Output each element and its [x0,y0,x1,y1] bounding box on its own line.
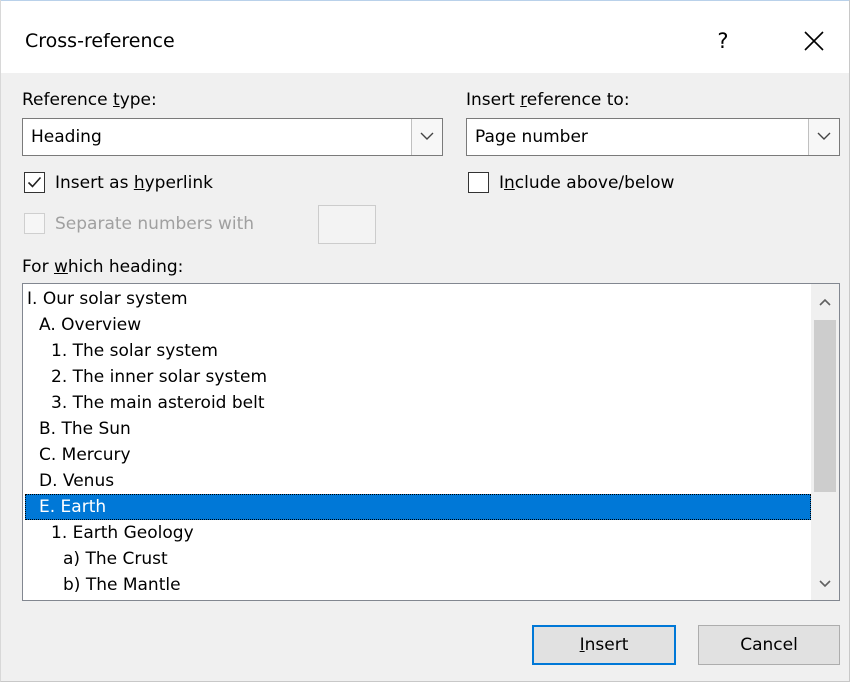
include-above-below-label[interactable]: Include above/below [499,172,674,194]
vertical-scrollbar[interactable] [811,284,839,600]
close-icon [804,31,824,51]
title-bar[interactable]: Cross-reference ? [1,0,849,73]
checkmark-icon [27,176,42,188]
cross-reference-dialog: Cross-reference ? Reference type: Headin… [0,0,850,682]
list-item[interactable]: D. Venus [25,468,811,494]
separator-input [318,205,376,244]
reference-type-value: Heading [31,127,102,147]
list-item[interactable]: 1. Earth Geology [25,520,811,546]
chevron-down-icon [819,580,831,588]
dialog-title: Cross-reference [25,30,175,52]
insert-reference-to-dropdown-button[interactable] [808,119,839,155]
list-item[interactable]: b) The Mantle [25,572,811,598]
heading-list-label-text: For [22,257,54,277]
chevron-up-icon [819,298,831,306]
list-item[interactable]: 3. The main asteroid belt [25,390,811,416]
insert-button-label: nsert [584,635,629,655]
separate-numbers-label: Separate numbers with [55,214,255,234]
list-item[interactable]: a) The Crust [25,546,811,572]
heading-list-label: For which heading: [22,256,183,278]
insert-reference-to-select[interactable]: Page number [466,118,840,156]
insert-reference-to-label: Insert reference to: [466,89,630,111]
insert-button[interactable]: Insert [532,625,676,665]
insert-as-hyperlink-label[interactable]: Insert as hyperlink [55,172,213,194]
list-item[interactable]: B. The Sun [25,416,811,442]
include-above-below-checkbox[interactable] [468,172,489,193]
reference-type-label-rest: ype: [119,90,157,110]
insert-as-hyperlink-checkbox[interactable] [24,172,45,193]
include-above-below-accesskey: n [504,173,515,193]
insert-as-hyperlink-label-rest: yperlink [144,173,213,193]
insert-reference-to-value: Page number [475,127,588,147]
chevron-down-icon [420,132,434,140]
scroll-up-button[interactable] [811,288,839,316]
scroll-down-button[interactable] [811,570,839,598]
cancel-button[interactable]: Cancel [698,625,840,665]
list-item[interactable]: I. Our solar system [25,286,811,312]
reference-type-dropdown-button[interactable] [411,119,442,155]
heading-list-label-rest: hich heading: [67,257,184,277]
scrollbar-thumb[interactable] [814,320,836,492]
reference-type-select[interactable]: Heading [22,118,443,156]
reference-type-label-text: Reference [22,90,114,110]
list-item[interactable]: 1. The solar system [25,338,811,364]
heading-list-accesskey: w [53,257,68,277]
insert-reference-to-label-rest: eference to: [526,90,630,110]
heading-listbox[interactable]: I. Our solar system A. Overview 1. The sol… [22,283,840,601]
list-item[interactable]: A. Overview [25,312,811,338]
list-item[interactable]: 2. The inner solar system [25,364,811,390]
list-item[interactable]: C. Mercury [25,442,811,468]
insert-as-hyperlink-label-text: Insert as [55,173,134,193]
insert-as-hyperlink-accesskey: h [133,173,145,193]
include-above-below-label-rest: clude above/below [514,173,675,193]
reference-type-accesskey: t [113,90,120,110]
help-button[interactable]: ? [701,19,745,63]
insert-reference-to-accesskey: r [520,90,527,110]
reference-type-label: Reference type: [22,89,157,111]
chevron-down-icon [817,132,831,140]
close-button[interactable] [791,19,837,63]
separate-numbers-checkbox [24,213,45,234]
insert-reference-to-label-text: Insert [466,90,521,110]
list-item[interactable]: E. Earth [25,494,811,520]
